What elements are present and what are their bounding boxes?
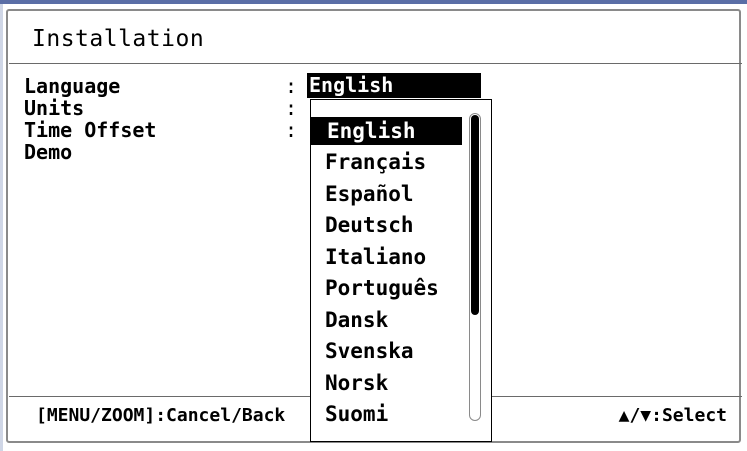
top-accent-bar — [0, 0, 747, 4]
language-option-portugues[interactable]: Português — [325, 274, 439, 302]
units-separator: : — [285, 96, 298, 120]
language-dropdown[interactable]: English Français Español Deutsch Italian… — [310, 99, 492, 442]
page-title: Installation — [32, 26, 205, 52]
language-value[interactable]: English — [307, 73, 481, 98]
language-option-dansk[interactable]: Dansk — [325, 306, 388, 334]
select-hint: ▲/▼:Select — [618, 405, 727, 426]
menu-item-time-offset[interactable]: Time Offset — [24, 119, 156, 141]
dropdown-scroll-thumb[interactable] — [471, 115, 479, 315]
language-option-suomi[interactable]: Suomi — [325, 400, 388, 428]
language-option-norsk[interactable]: Norsk — [325, 369, 388, 397]
menu-item-demo[interactable]: Demo — [24, 141, 72, 163]
title-divider — [9, 63, 742, 64]
language-separator: : — [285, 74, 298, 98]
language-option-espanol[interactable]: Español — [325, 180, 414, 208]
menu-item-language[interactable]: Language — [24, 75, 120, 97]
language-option-deutsch[interactable]: Deutsch — [325, 211, 414, 239]
language-option-francais[interactable]: Français — [325, 148, 426, 176]
language-option-italiano[interactable]: Italiano — [325, 243, 426, 271]
language-option-svenska[interactable]: Svenska — [325, 337, 414, 365]
language-option-english[interactable]: English — [311, 117, 462, 145]
time-offset-separator: : — [285, 118, 298, 142]
menu-item-units[interactable]: Units — [24, 97, 84, 119]
left-edge-strip — [0, 4, 3, 451]
cancel-back-hint: [MENU/ZOOM]:Cancel/Back — [36, 405, 286, 426]
dropdown-scrollbar[interactable] — [469, 113, 481, 421]
